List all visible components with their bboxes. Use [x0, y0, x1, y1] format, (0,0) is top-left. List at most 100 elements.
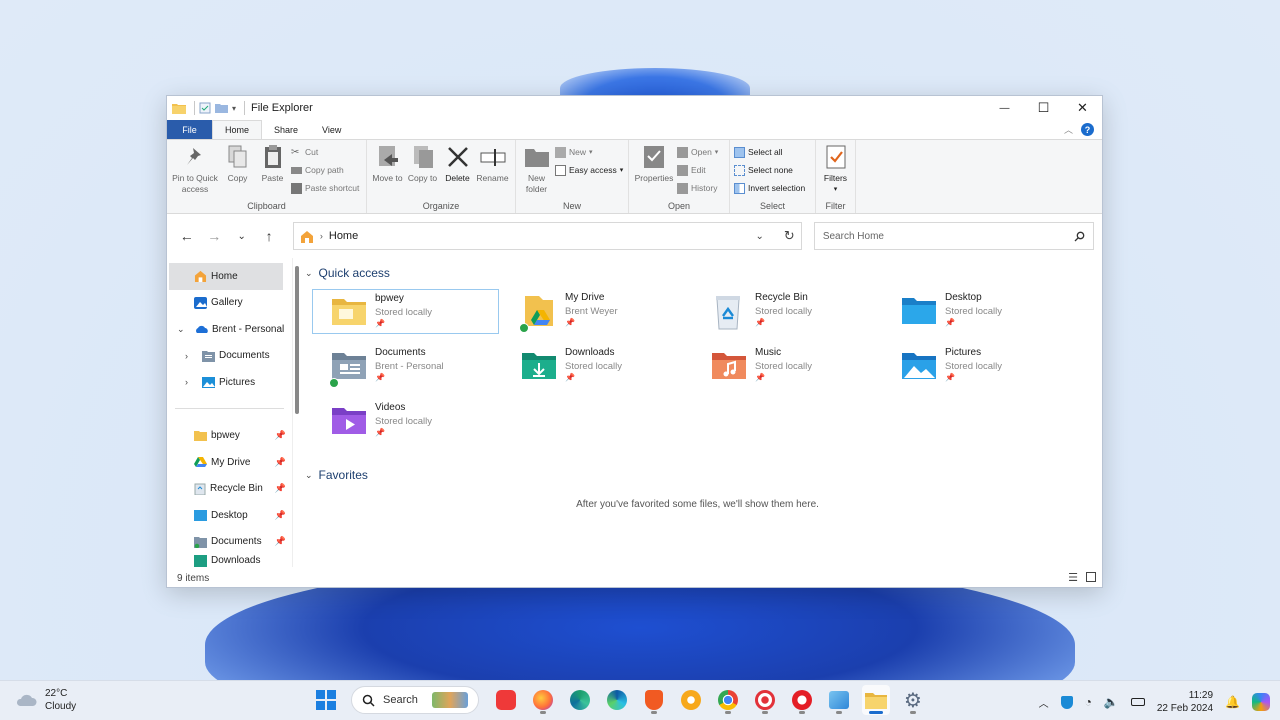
tab-share[interactable]: Share: [262, 120, 310, 139]
chevron-down-icon: ⌄: [237, 230, 246, 242]
forward-button[interactable]: →: [202, 224, 225, 248]
new-folder-quick-icon[interactable]: [215, 102, 228, 114]
pin-icon: 📌: [274, 483, 286, 494]
expand-chevron-icon[interactable]: ⌄: [177, 324, 185, 335]
quick-access-item[interactable]: Music Stored locally 📌: [693, 344, 883, 389]
notifications-bell-icon[interactable]: 🔔: [1225, 695, 1240, 709]
edge-app[interactable]: [603, 685, 631, 715]
select-none-button[interactable]: Select none: [734, 162, 805, 178]
properties-quick-icon[interactable]: [199, 102, 211, 114]
address-bar[interactable]: › Home ⌄ ↻: [292, 222, 802, 250]
chevron-right-icon[interactable]: ›: [185, 377, 188, 387]
nav-item-gallery[interactable]: Gallery: [167, 290, 292, 317]
paste-shortcut-button[interactable]: Paste shortcut: [291, 180, 359, 196]
back-button[interactable]: ←: [175, 224, 198, 248]
copilot-icon[interactable]: [1252, 693, 1270, 711]
cut-button[interactable]: ✂ Cut: [291, 144, 359, 160]
copy-path-button[interactable]: Copy path: [291, 162, 359, 178]
quick-access-grid: bpwey Stored locally 📌 My Drive Brent Weyer…: [312, 289, 1102, 454]
security-shield-icon[interactable]: [1060, 695, 1073, 709]
pin-icon: 📌: [375, 319, 385, 328]
collapse-ribbon-icon[interactable]: ︿: [1064, 123, 1073, 136]
maximize-button[interactable]: ☐: [1024, 96, 1063, 120]
gear-icon: ⚙: [904, 689, 922, 712]
chevron-down-icon: ⌄: [305, 267, 313, 278]
item-name: Videos: [375, 402, 406, 413]
opera-app[interactable]: [751, 685, 779, 715]
details-view-icon[interactable]: ☰: [1068, 571, 1078, 584]
recent-locations-button[interactable]: ⌄: [230, 224, 253, 248]
edge-dev-app[interactable]: [566, 685, 594, 715]
easy-access-button[interactable]: Easy access ▾: [555, 162, 623, 178]
documents-folder-icon: [332, 353, 366, 379]
ribbon: Pin to Quick access Copy Paste ✂ Cut Copy…: [167, 139, 1102, 214]
nav-pinned-desktop[interactable]: Desktop 📌: [167, 502, 292, 529]
history-button[interactable]: History: [677, 180, 718, 196]
weather-widget[interactable]: 22°C Cloudy: [15, 687, 76, 713]
up-button[interactable]: ↑: [257, 224, 280, 248]
nav-item-pictures[interactable]: › Pictures: [167, 369, 292, 396]
youtube-music-app[interactable]: [788, 685, 816, 715]
chrome-canary-app[interactable]: [677, 685, 705, 715]
cloudy-icon: [16, 694, 37, 706]
quick-access-header[interactable]: ⌄ Quick access: [305, 262, 1102, 284]
search-icon: [1074, 231, 1085, 241]
favorites-header[interactable]: ⌄ Favorites: [305, 464, 1102, 486]
nav-pinned-documents[interactable]: Documents 📌: [167, 529, 292, 556]
start-button[interactable]: [312, 685, 340, 715]
firefox-app[interactable]: [529, 685, 557, 715]
chevron-right-icon[interactable]: ›: [185, 351, 188, 361]
battery-icon[interactable]: [1130, 698, 1145, 706]
quick-access-item[interactable]: Downloads Stored locally 📌: [503, 344, 693, 389]
settings-app[interactable]: ⚙: [899, 685, 927, 715]
nav-item-documents[interactable]: › Documents: [167, 343, 292, 370]
nav-pinned-recycle-bin[interactable]: Recycle Bin 📌: [167, 476, 292, 503]
help-icon[interactable]: ?: [1081, 123, 1094, 136]
quick-access-item[interactable]: Pictures Stored locally 📌: [883, 344, 1073, 389]
select-all-button[interactable]: Select all: [734, 144, 805, 160]
invert-selection-button[interactable]: Invert selection: [734, 180, 805, 196]
minimize-button[interactable]: —: [985, 96, 1024, 120]
explorer-body: Home Gallery ⌄ Brent - Personal › Docume…: [167, 258, 1102, 567]
nav-pinned-bpwey[interactable]: bpwey 📌: [167, 423, 292, 450]
item-location: Brent Weyer: [565, 306, 618, 317]
tab-home[interactable]: Home: [212, 120, 263, 139]
search-input[interactable]: Search Home: [823, 231, 884, 242]
nav-item-home[interactable]: Home: [169, 263, 283, 290]
wifi-icon[interactable]: ◔: [1085, 695, 1092, 709]
quick-access-item[interactable]: Recycle Bin Stored locally 📌: [693, 289, 883, 334]
clock[interactable]: 11:29 22 Feb 2024: [1157, 689, 1213, 715]
quick-access-item[interactable]: Desktop Stored locally 📌: [883, 289, 1073, 334]
videos-folder-icon: [332, 408, 366, 434]
address-dropdown-icon[interactable]: ⌄: [756, 231, 764, 242]
quick-access-item[interactable]: Videos Stored locally 📌: [313, 399, 503, 444]
open-button[interactable]: Open ▾: [677, 144, 718, 160]
folder-icon: [172, 104, 186, 114]
photos-app[interactable]: [825, 685, 853, 715]
tab-file[interactable]: File: [167, 120, 212, 139]
edit-button[interactable]: Edit: [677, 162, 718, 178]
show-hidden-icons-chevron-icon[interactable]: ︿: [1039, 695, 1049, 710]
new-item-button[interactable]: New ▾: [555, 144, 623, 160]
large-icons-view-icon[interactable]: [1086, 572, 1096, 582]
tab-view[interactable]: View: [310, 120, 353, 139]
close-button[interactable]: ✕: [1063, 96, 1102, 120]
select-none-icon: [734, 164, 745, 176]
breadcrumb-home[interactable]: Home: [329, 230, 358, 242]
quick-access-item[interactable]: bpwey Stored locally 📌: [312, 289, 499, 334]
refresh-icon[interactable]: ↻: [784, 228, 795, 244]
search-box[interactable]: Search Home: [813, 222, 1094, 250]
volume-icon[interactable]: 🔈: [1104, 695, 1119, 709]
customize-quick-access-icon[interactable]: ▾: [232, 104, 236, 113]
nav-pinned-my-drive[interactable]: My Drive 📌: [167, 449, 292, 476]
vivaldi-app[interactable]: [492, 685, 520, 715]
quick-access-item[interactable]: Documents Brent - Personal 📌: [313, 344, 503, 389]
nav-pinned-downloads[interactable]: Downloads: [167, 555, 292, 567]
taskbar-search[interactable]: Search: [351, 686, 479, 714]
quick-access-item[interactable]: My Drive Brent Weyer 📌: [503, 289, 693, 334]
chrome-app[interactable]: [714, 685, 742, 715]
nav-item-onedrive[interactable]: ⌄ Brent - Personal: [167, 316, 292, 343]
item-location: Stored locally: [375, 307, 433, 318]
file-explorer-app[interactable]: [862, 685, 890, 715]
brave-app[interactable]: [640, 685, 668, 715]
